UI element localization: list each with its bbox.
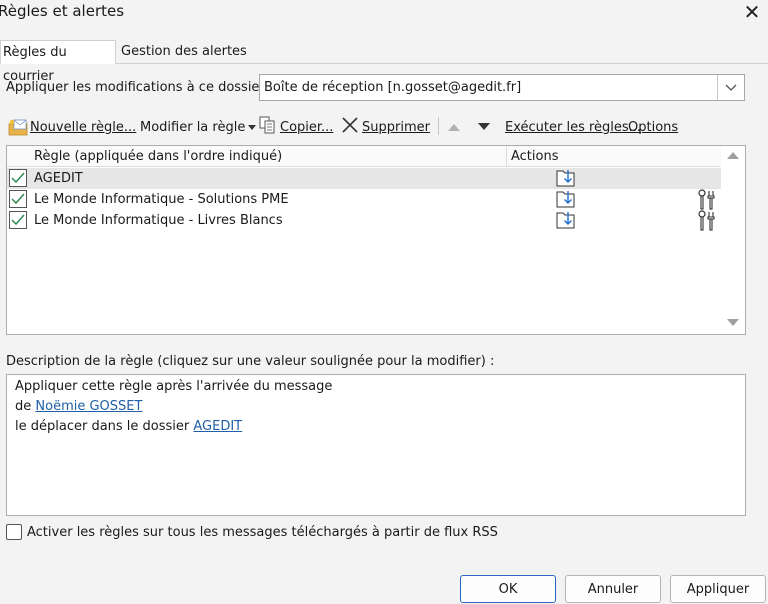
description-line-2: de Noëmie GOSSET: [15, 399, 142, 414]
description-move-prefix: le déplacer dans le dossier: [15, 419, 194, 434]
column-header-rule[interactable]: Règle (appliquée dans l'ordre indiqué): [7, 146, 507, 167]
chevron-down-icon[interactable]: [717, 75, 744, 100]
move-to-folder-icon: [555, 210, 577, 234]
rules-list[interactable]: Règle (appliquée dans l'ordre indiqué) A…: [6, 145, 746, 335]
sender-link[interactable]: Noëmie GOSSET: [35, 399, 142, 414]
run-rules-button[interactable]: Exécuter les règles...: [505, 116, 641, 138]
new-rule-button[interactable]: Nouvelle règle...: [8, 116, 136, 138]
description-line-3: le déplacer dans le dossier AGEDIT: [15, 419, 242, 434]
description-label: Description de la règle (cliquez sur une…: [6, 354, 495, 369]
triangle-up-icon: [448, 120, 460, 135]
delete-x-icon: [341, 116, 359, 138]
rule-name: Le Monde Informatique - Livres Blancs: [34, 213, 283, 228]
rss-checkbox[interactable]: [6, 524, 22, 540]
column-header-actions[interactable]: Actions: [507, 146, 721, 167]
scroll-up-icon[interactable]: [727, 152, 739, 159]
toolbar-separator: [438, 117, 439, 135]
close-icon[interactable]: ✕: [740, 0, 764, 24]
options-button[interactable]: Options: [628, 116, 678, 138]
scroll-down-icon[interactable]: [727, 319, 739, 326]
caret-down-icon: [248, 120, 257, 135]
apply-button[interactable]: Appliquer: [670, 575, 766, 603]
copy-button[interactable]: Copier...: [258, 116, 333, 138]
rule-row[interactable]: AGEDIT: [7, 168, 721, 189]
copy-label: Copier...: [280, 119, 334, 135]
ok-button[interactable]: OK: [460, 575, 556, 603]
delete-label: Supprimer: [362, 119, 430, 135]
folder-dropdown[interactable]: Boîte de réception [n.gosset@agedit.fr]: [259, 74, 745, 101]
new-rule-icon: [8, 118, 30, 136]
run-rules-label: Exécuter les règles...: [505, 119, 642, 135]
rule-checkbox[interactable]: [9, 190, 27, 208]
rule-checkbox[interactable]: [9, 169, 27, 187]
modify-rule-button[interactable]: Modifier la règle: [140, 116, 257, 138]
window-title: Règles et alertes: [0, 2, 125, 20]
rule-row[interactable]: Le Monde Informatique - Livres Blancs: [7, 210, 721, 231]
modify-rule-label: Modifier la règle: [140, 119, 246, 135]
delete-button[interactable]: Supprimer: [341, 116, 430, 138]
new-rule-label: Nouvelle règle...: [30, 119, 137, 135]
rule-checkbox[interactable]: [9, 211, 27, 229]
tab-manage-alerts[interactable]: Gestion des alertes: [118, 40, 250, 64]
description-box: Appliquer cette règle après l'arrivée du…: [6, 374, 746, 516]
move-up-button[interactable]: [448, 116, 460, 138]
triangle-down-icon: [478, 120, 490, 135]
tools-icon: [697, 210, 717, 236]
rule-name: Le Monde Informatique - Solutions PME: [34, 192, 289, 207]
folder-value: Boîte de réception [n.gosset@agedit.fr]: [264, 80, 522, 95]
move-down-button[interactable]: [478, 116, 490, 138]
description-from-prefix: de: [15, 399, 36, 414]
rule-row[interactable]: Le Monde Informatique - Solutions PME: [7, 189, 721, 210]
description-line-1: Appliquer cette règle après l'arrivée du…: [15, 379, 333, 394]
rules-scrollbar[interactable]: [721, 146, 745, 334]
cancel-button[interactable]: Annuler: [565, 575, 661, 603]
tab-mail-rules[interactable]: Règles du courrier: [0, 40, 116, 84]
copy-icon: [258, 116, 276, 138]
folder-link[interactable]: AGEDIT: [193, 419, 242, 434]
rule-name: AGEDIT: [34, 171, 83, 186]
rss-label[interactable]: Activer les règles sur tous les messages…: [27, 525, 498, 540]
options-label: Options: [628, 119, 679, 135]
